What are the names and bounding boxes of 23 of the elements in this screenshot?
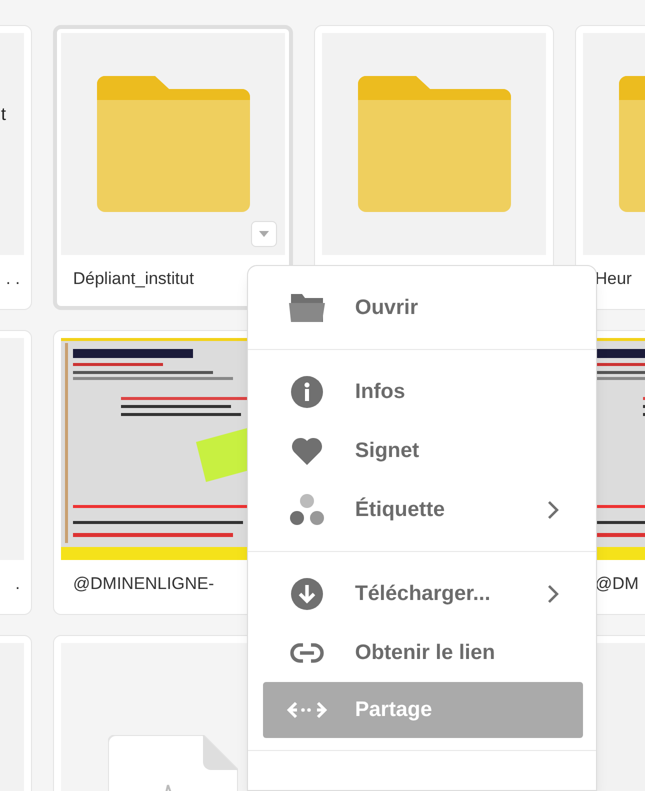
folder-icon xyxy=(289,294,325,322)
file-name: Heur xyxy=(594,268,632,290)
file-name: . xyxy=(15,573,21,595)
file-card[interactable]: . xyxy=(0,330,32,615)
file-card[interactable]: Dépliant_institut xyxy=(53,25,293,310)
file-name: Dépliant_institut xyxy=(72,268,194,290)
folder-icon xyxy=(358,76,510,212)
file-card[interactable]: t . . xyxy=(0,25,32,310)
file-card[interactable]: Heur xyxy=(575,25,645,310)
share-arrows-icon xyxy=(287,701,327,719)
caret-icon xyxy=(259,231,269,237)
download-icon xyxy=(291,578,323,610)
heart-icon xyxy=(291,436,323,464)
file-name: @DM xyxy=(594,573,639,595)
link-icon xyxy=(289,642,325,664)
edge-text: t xyxy=(1,103,6,126)
dots-icon xyxy=(290,494,324,526)
file-name: . . xyxy=(6,268,21,290)
folder-icon xyxy=(96,76,250,212)
dropdown-button[interactable] xyxy=(251,221,277,247)
info-icon xyxy=(291,376,323,408)
file-name: @DMINENLIGNE- xyxy=(72,573,214,595)
menu-item[interactable]: Obtenir le lien xyxy=(263,623,583,682)
